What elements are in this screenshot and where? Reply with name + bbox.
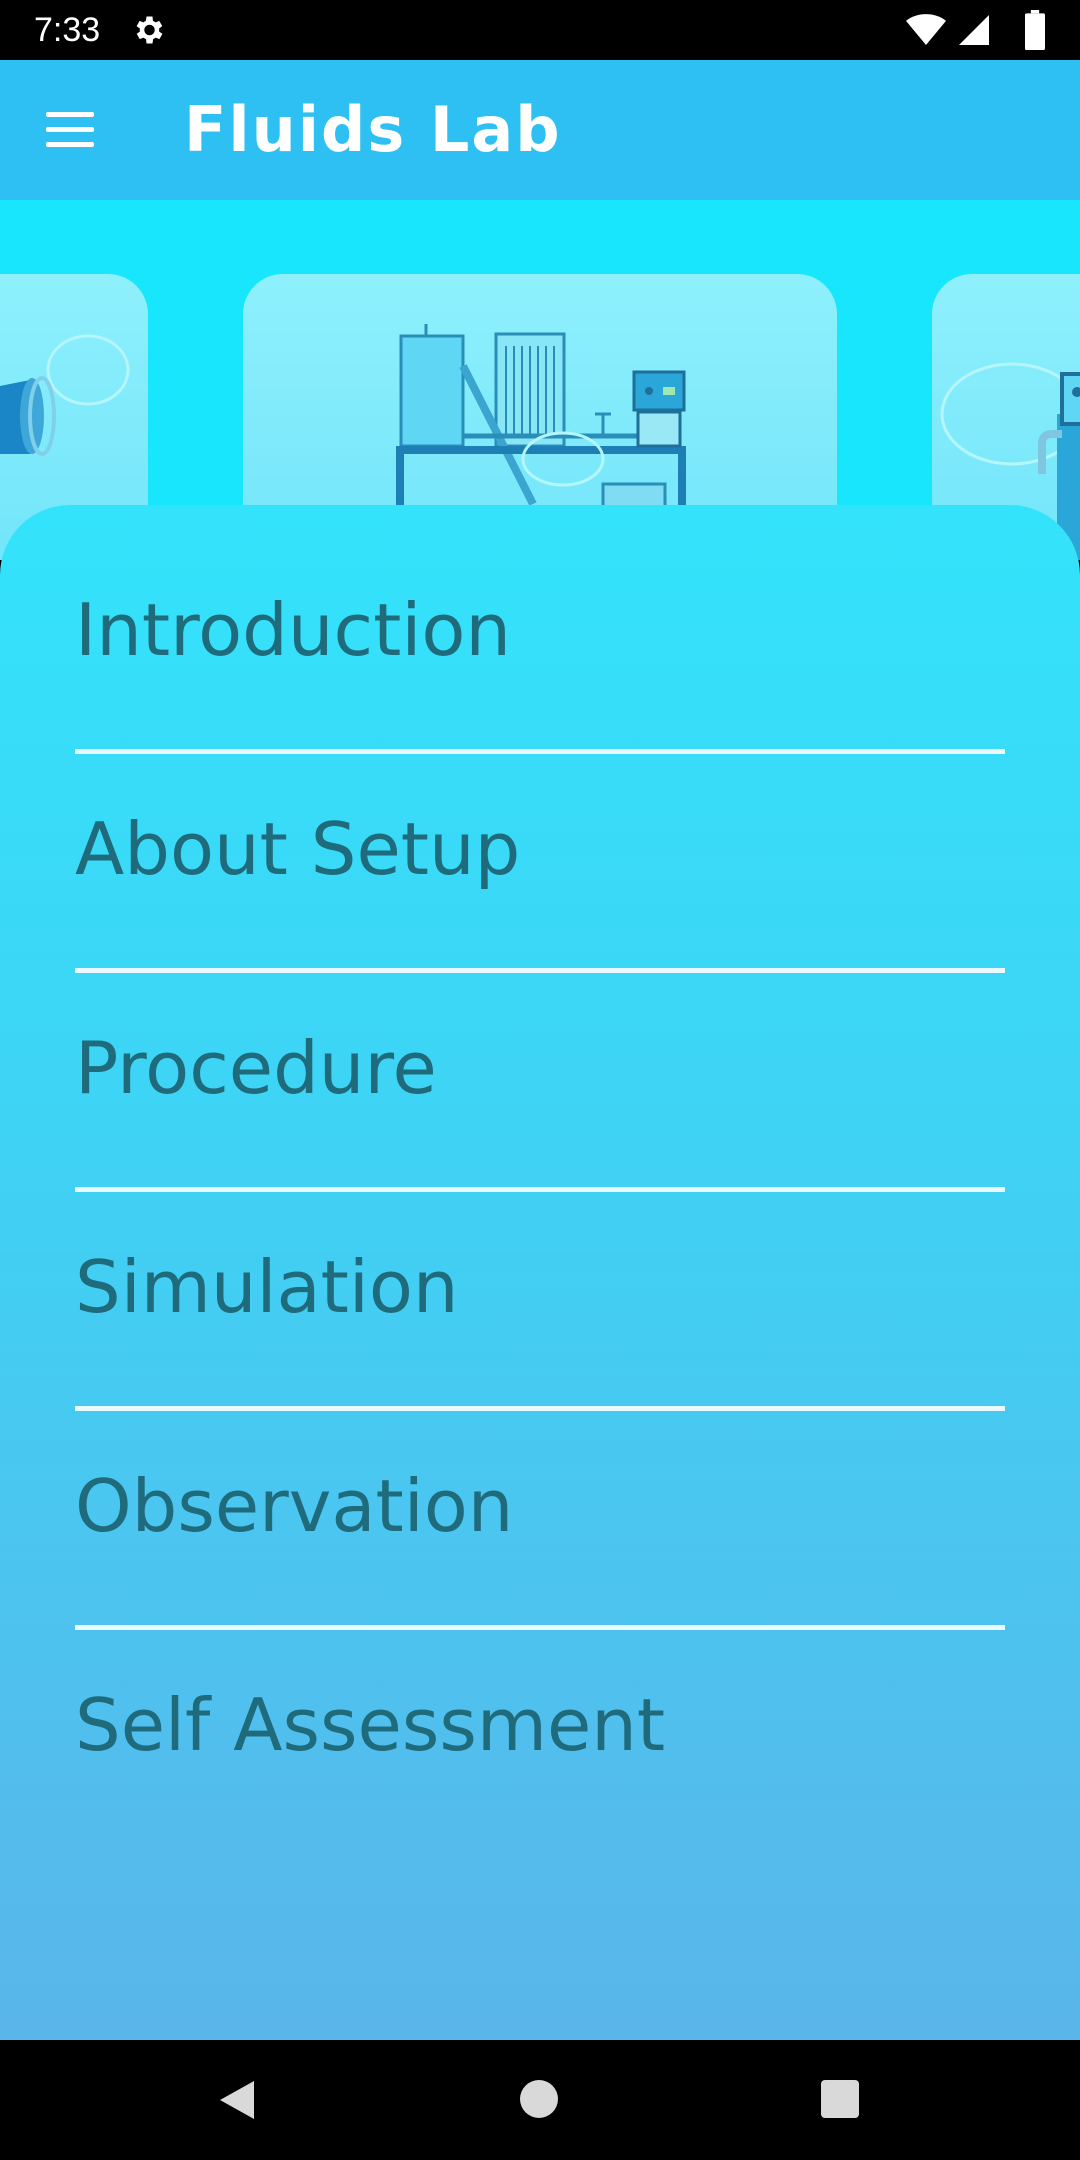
menu-item-self-assessment[interactable]: Self Assessment — [75, 1630, 1005, 1849]
hamburger-menu-icon[interactable] — [46, 112, 94, 148]
menu-item-observation[interactable]: Observation — [75, 1411, 1005, 1630]
home-icon[interactable] — [520, 2080, 558, 2118]
menu-item-label: Introduction — [75, 588, 512, 672]
menu-panel: Introduction About Setup Procedure Simul… — [0, 505, 1080, 2040]
menu-item-label: Self Assessment — [75, 1683, 666, 1767]
back-icon[interactable] — [216, 2079, 256, 2121]
settings-gear-icon — [136, 16, 163, 44]
menu-item-introduction[interactable]: Introduction — [75, 535, 1005, 754]
menu-item-about-setup[interactable]: About Setup — [75, 754, 1005, 973]
menu-item-label: Simulation — [75, 1245, 459, 1329]
app-bar: Fluids Lab — [0, 60, 1080, 200]
menu-item-simulation[interactable]: Simulation — [75, 1192, 1005, 1411]
wifi-icon — [906, 14, 946, 45]
menu-item-label: Observation — [75, 1464, 514, 1548]
recents-icon[interactable] — [821, 2080, 859, 2118]
battery-icon — [1025, 10, 1045, 50]
menu-item-procedure[interactable]: Procedure — [75, 973, 1005, 1192]
status-bar: 7:33 — [0, 0, 1080, 60]
status-time: 7:33 — [34, 11, 101, 49]
menu-item-label: Procedure — [75, 1026, 437, 1110]
cell-signal-icon — [959, 15, 989, 45]
menu-item-label: About Setup — [75, 807, 521, 891]
app-title: Fluids Lab — [184, 93, 562, 166]
system-nav-bar — [0, 2040, 1080, 2160]
